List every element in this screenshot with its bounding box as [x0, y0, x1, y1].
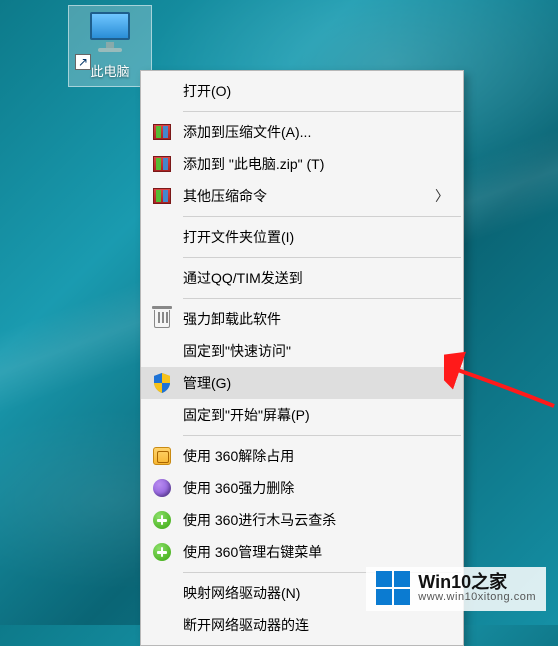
menu-360-unlock[interactable]: 使用 360解除占用 [141, 440, 463, 472]
360-box-icon [151, 445, 173, 467]
separator [183, 435, 461, 436]
watermark-title: Win10之家 [418, 573, 536, 592]
separator [183, 257, 461, 258]
menu-add-to-zip[interactable]: 添加到 "此电脑.zip" (T) [141, 148, 463, 180]
windows-logo-icon [376, 571, 410, 605]
menu-disconnect-network-drive[interactable]: 断开网络驱动器的连 [141, 609, 463, 641]
menu-360-force-delete[interactable]: 使用 360强力删除 [141, 472, 463, 504]
separator [183, 111, 461, 112]
360-plus-icon [151, 509, 173, 531]
submenu-arrow-icon: 〉 [435, 186, 449, 206]
shield-icon [151, 372, 173, 394]
menu-add-to-archive[interactable]: 添加到压缩文件(A)... [141, 116, 463, 148]
360-orb-icon [151, 477, 173, 499]
archive-icon [151, 153, 173, 175]
menu-pin-quick-access[interactable]: 固定到"快速访问" [141, 335, 463, 367]
separator [183, 298, 461, 299]
menu-send-via-qq[interactable]: 通过QQ/TIM发送到 [141, 262, 463, 294]
shortcut-arrow-icon: ↗ [75, 54, 91, 70]
watermark-url: www.win10xitong.com [418, 592, 536, 604]
360-plus-icon [151, 541, 173, 563]
menu-360-cloud-scan[interactable]: 使用 360进行木马云查杀 [141, 504, 463, 536]
trash-icon [151, 308, 173, 330]
menu-pin-to-start[interactable]: 固定到"开始"屏幕(P) [141, 399, 463, 431]
separator [183, 216, 461, 217]
menu-other-archive[interactable]: 其他压缩命令 〉 [141, 180, 463, 212]
computer-icon [80, 10, 140, 56]
menu-open[interactable]: 打开(O) [141, 75, 463, 107]
archive-icon [151, 185, 173, 207]
archive-icon [151, 121, 173, 143]
menu-manage[interactable]: 管理(G) [141, 367, 463, 399]
context-menu: 打开(O) 添加到压缩文件(A)... 添加到 "此电脑.zip" (T) 其他… [140, 70, 464, 646]
menu-force-uninstall[interactable]: 强力卸载此软件 [141, 303, 463, 335]
menu-open-folder-location[interactable]: 打开文件夹位置(I) [141, 221, 463, 253]
watermark: Win10之家 www.win10xitong.com [366, 567, 546, 611]
menu-360-context-manage[interactable]: 使用 360管理右键菜单 [141, 536, 463, 568]
